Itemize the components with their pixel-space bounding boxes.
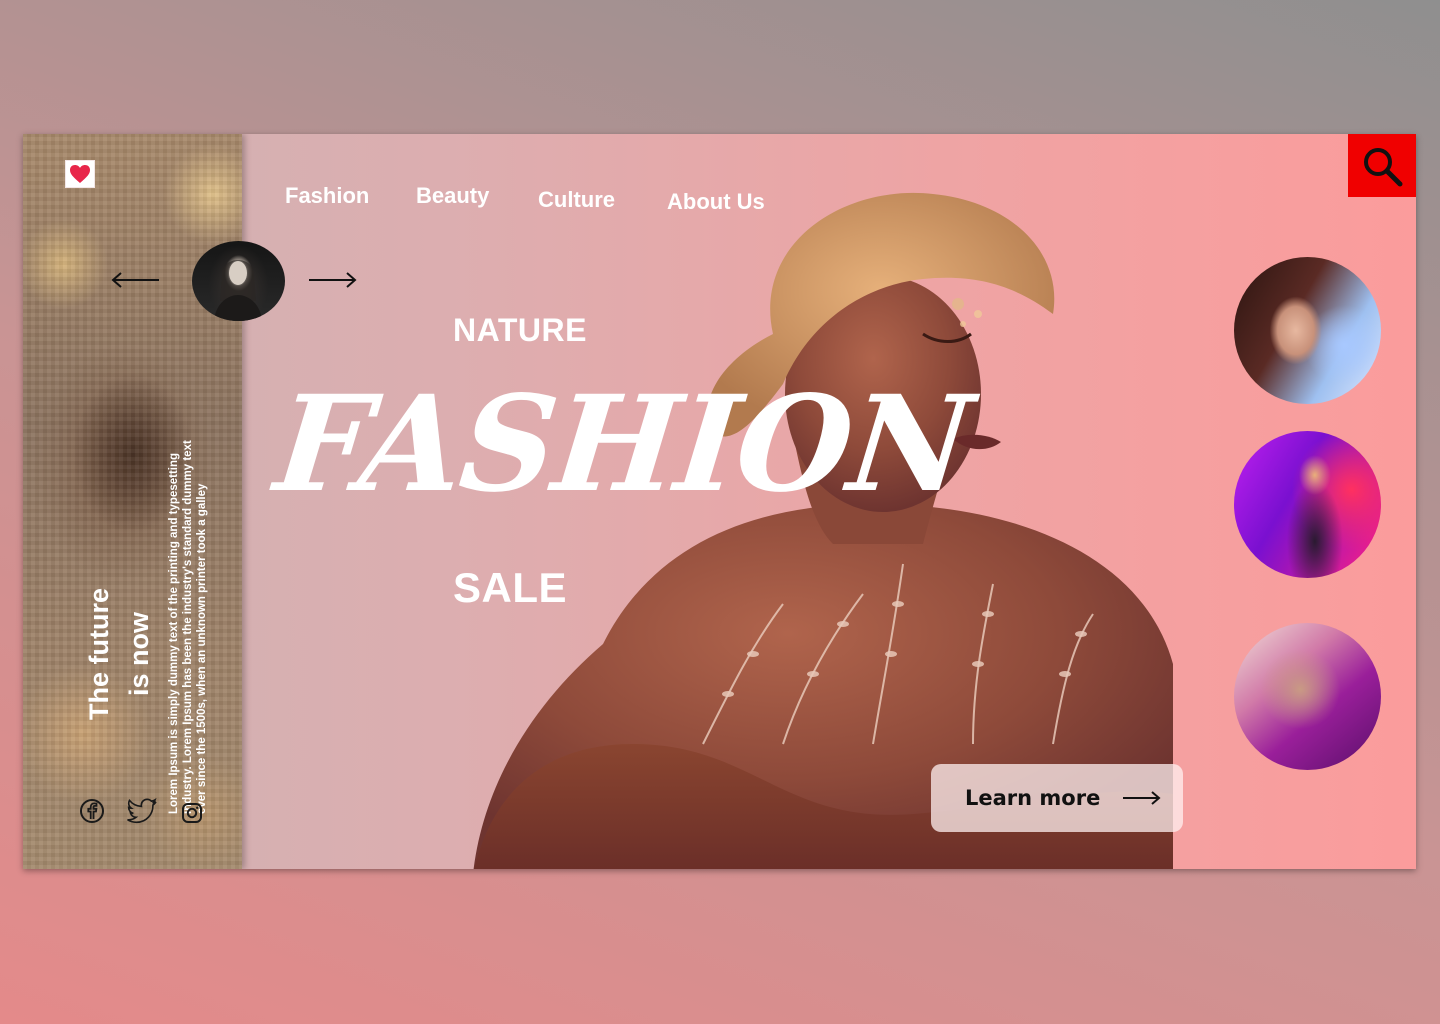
nav-about-us[interactable]: About Us — [667, 189, 765, 215]
arrow-right-icon — [309, 272, 357, 288]
facebook-link[interactable] — [79, 798, 105, 829]
next-arrow[interactable] — [307, 270, 357, 295]
thumbnail-2[interactable] — [1234, 431, 1381, 578]
side-title: The future is now — [79, 588, 159, 720]
search-button[interactable] — [1348, 134, 1416, 197]
side-description: Lorem Ipsum is simply dummy text of the … — [168, 440, 208, 814]
hero-sub: SALE — [453, 564, 568, 611]
nav-culture[interactable]: Culture — [538, 187, 615, 213]
portrait-image — [214, 260, 262, 321]
twitter-icon — [127, 797, 157, 824]
side-title-line1: The future — [84, 588, 114, 720]
hero-kicker: NATURE — [453, 312, 587, 348]
nav-beauty[interactable]: Beauty — [416, 183, 489, 209]
thumbnail-1[interactable] — [1234, 257, 1381, 404]
side-title-line2: is now — [124, 612, 154, 697]
twitter-link[interactable] — [126, 797, 158, 831]
heart-icon — [70, 165, 90, 183]
hero-headline: FASHION — [268, 367, 978, 522]
side-panel: The future is now Lorem Ipsum is simply … — [23, 134, 242, 869]
thumbnail-3[interactable] — [1234, 623, 1381, 770]
prev-arrow[interactable] — [111, 270, 161, 295]
logo[interactable] — [65, 160, 95, 188]
avatar[interactable] — [192, 241, 285, 321]
arrow-right-icon — [1123, 791, 1161, 805]
nav-fashion[interactable]: Fashion — [285, 183, 369, 209]
learn-more-button[interactable]: Learn more — [931, 764, 1183, 832]
learn-more-label: Learn more — [965, 786, 1101, 810]
search-icon — [1364, 147, 1403, 186]
facebook-icon — [80, 799, 104, 823]
instagram-icon — [182, 803, 202, 823]
hero-card: The future is now Lorem Ipsum is simply … — [23, 134, 1416, 869]
arrow-left-icon — [111, 272, 159, 288]
instagram-link[interactable] — [181, 802, 203, 829]
